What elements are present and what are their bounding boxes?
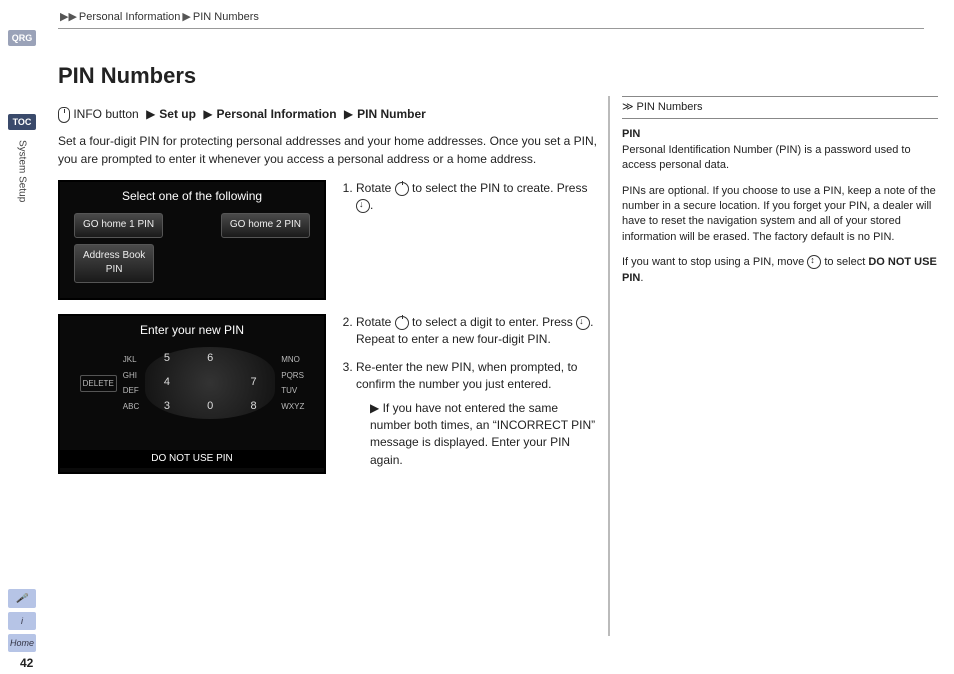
side-column: ≫PIN Numbers PIN Personal Identification… xyxy=(608,96,948,636)
voice-badge[interactable]: 🎤 xyxy=(8,589,36,608)
nav-prefix: INFO button xyxy=(73,107,138,121)
delete-button[interactable]: DELETE xyxy=(80,375,117,393)
toc-badge[interactable]: TOC xyxy=(8,114,36,130)
nav-step: Personal Information xyxy=(217,107,337,121)
page-number: 42 xyxy=(20,656,33,670)
top-divider xyxy=(58,28,924,29)
screenshot-enter-pin: Enter your new PIN DELETE JKL GHI DEF AB… xyxy=(58,314,326,474)
breadcrumb-item: Personal Information xyxy=(79,11,181,23)
press-icon xyxy=(576,316,590,330)
left-sidebar: QRG TOC System Setup xyxy=(8,30,36,202)
nav-step: Set up xyxy=(159,107,196,121)
home-badge[interactable]: Home xyxy=(8,634,36,652)
info-badge[interactable]: i xyxy=(8,612,36,630)
step-text: Rotate to select the PIN to create. Pres… xyxy=(356,180,598,215)
nav-step: PIN Number xyxy=(357,107,426,121)
dial-left-letters: DELETE xyxy=(80,375,117,393)
side-text: If you want to stop using a PIN, move to… xyxy=(622,255,938,286)
step-text: Re-enter the new PIN, when prompted, to … xyxy=(356,359,598,469)
nav-path: INFO button ▶Set up ▶Personal Informatio… xyxy=(58,106,598,123)
address-book-pin-button[interactable]: Address Book PIN xyxy=(74,244,154,283)
section-label: System Setup xyxy=(17,140,28,202)
press-icon xyxy=(356,199,370,213)
step-1: Rotate to select the PIN to create. Pres… xyxy=(338,180,598,300)
dial-icon xyxy=(395,182,409,196)
side-header: ≫PIN Numbers xyxy=(622,96,938,119)
step-text: Rotate to select a digit to enter. Press… xyxy=(356,314,598,349)
step-block-1: Select one of the following GO home 1 PI… xyxy=(58,180,598,300)
breadcrumb-item: PIN Numbers xyxy=(193,11,259,23)
screen-title: Select one of the following xyxy=(66,188,318,205)
breadcrumb: ▶▶Personal Information▶PIN Numbers xyxy=(58,10,259,23)
bottom-badges: 🎤 i Home xyxy=(8,589,36,652)
page-title: PIN Numbers xyxy=(58,60,598,92)
qrg-badge[interactable]: QRG xyxy=(8,30,36,46)
go-home-1-pin-button[interactable]: GO home 1 PIN xyxy=(74,213,163,238)
steps-2-3: Rotate to select a digit to enter. Press… xyxy=(338,314,598,479)
screenshot-select-pin: Select one of the following GO home 1 PI… xyxy=(58,180,326,300)
screen-title: Enter your new PIN xyxy=(66,322,318,339)
go-home-2-pin-button[interactable]: GO home 2 PIN xyxy=(221,213,310,238)
step-block-2: Enter your new PIN DELETE JKL GHI DEF AB… xyxy=(58,314,598,479)
side-heading: PIN xyxy=(622,128,640,140)
pin-dial[interactable]: 56 47 308 xyxy=(145,347,275,419)
side-text: Personal Identification Number (PIN) is … xyxy=(622,144,911,171)
side-text: PINs are optional. If you choose to use … xyxy=(622,184,938,246)
sub-step: ▶ If you have not entered the same numbe… xyxy=(370,400,598,470)
dial-icon xyxy=(395,316,409,330)
main-content: PIN Numbers INFO button ▶Set up ▶Persona… xyxy=(58,60,598,493)
do-not-use-pin-button[interactable]: DO NOT USE PIN xyxy=(60,450,324,469)
mouse-icon xyxy=(58,107,70,123)
selector-icon xyxy=(807,255,821,269)
intro-text: Set a four-digit PIN for protecting pers… xyxy=(58,133,598,168)
